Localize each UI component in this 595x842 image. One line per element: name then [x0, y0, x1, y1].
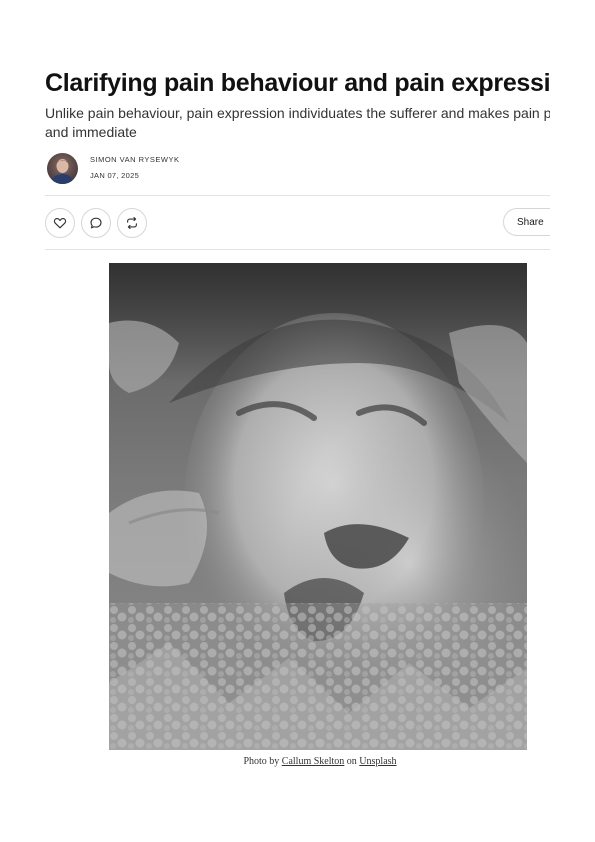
divider-top: [45, 195, 550, 196]
article-subtitle: Unlike pain behaviour, pain expression i…: [45, 104, 550, 142]
divider-bottom: [45, 249, 550, 250]
hero-photo[interactable]: [109, 263, 527, 750]
share-button[interactable]: Share: [503, 208, 550, 236]
byline-text: SIMON VAN RYSEWYK JAN 07, 2025: [90, 155, 180, 181]
caption-prefix: Photo by: [243, 756, 280, 767]
heart-icon: [53, 217, 67, 229]
action-bar: Share: [45, 208, 550, 238]
publish-date: JAN 07, 2025: [90, 171, 140, 180]
byline: SIMON VAN RYSEWYK JAN 07, 2025: [47, 152, 180, 184]
source-link[interactable]: Unsplash: [359, 756, 396, 767]
subtitle-line-2: and immediate: [45, 124, 137, 140]
like-button[interactable]: [45, 208, 75, 238]
article-title: Clarifying pain behaviour and pain expre…: [45, 69, 550, 97]
author-avatar[interactable]: [47, 152, 78, 184]
caption-middle: on: [346, 756, 357, 767]
photographer-link[interactable]: Callum Skelton: [282, 756, 345, 767]
restack-button[interactable]: [117, 208, 147, 238]
speech-bubble-icon: [90, 217, 102, 229]
repost-arrows-icon: [127, 217, 137, 229]
photo-caption: Photo by Callum Skelton on Unsplash: [45, 756, 550, 767]
photo-image: [109, 263, 527, 750]
author-name[interactable]: SIMON VAN RYSEWYK: [90, 155, 180, 165]
comment-button[interactable]: [81, 208, 111, 238]
subtitle-line-1: Unlike pain behaviour, pain expression i…: [45, 105, 550, 121]
article-page: Clarifying pain behaviour and pain expre…: [45, 0, 550, 842]
